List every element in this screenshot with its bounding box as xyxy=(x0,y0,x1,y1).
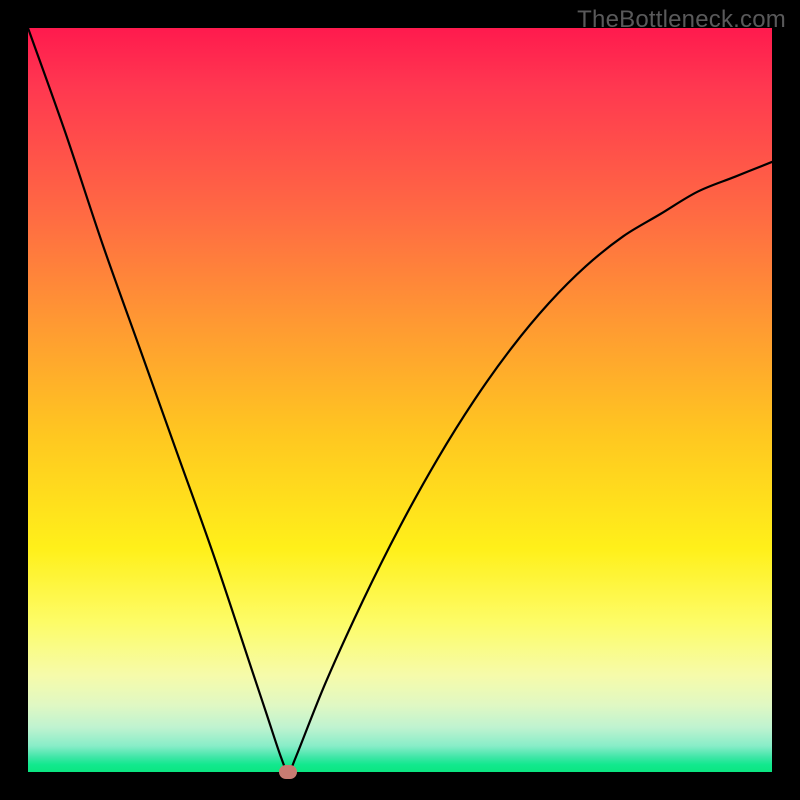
plot-area xyxy=(28,28,772,772)
bottleneck-curve xyxy=(28,28,772,772)
watermark-text: TheBottleneck.com xyxy=(577,6,786,34)
optimal-point-marker xyxy=(279,765,297,779)
chart-frame: TheBottleneck.com xyxy=(0,0,800,800)
